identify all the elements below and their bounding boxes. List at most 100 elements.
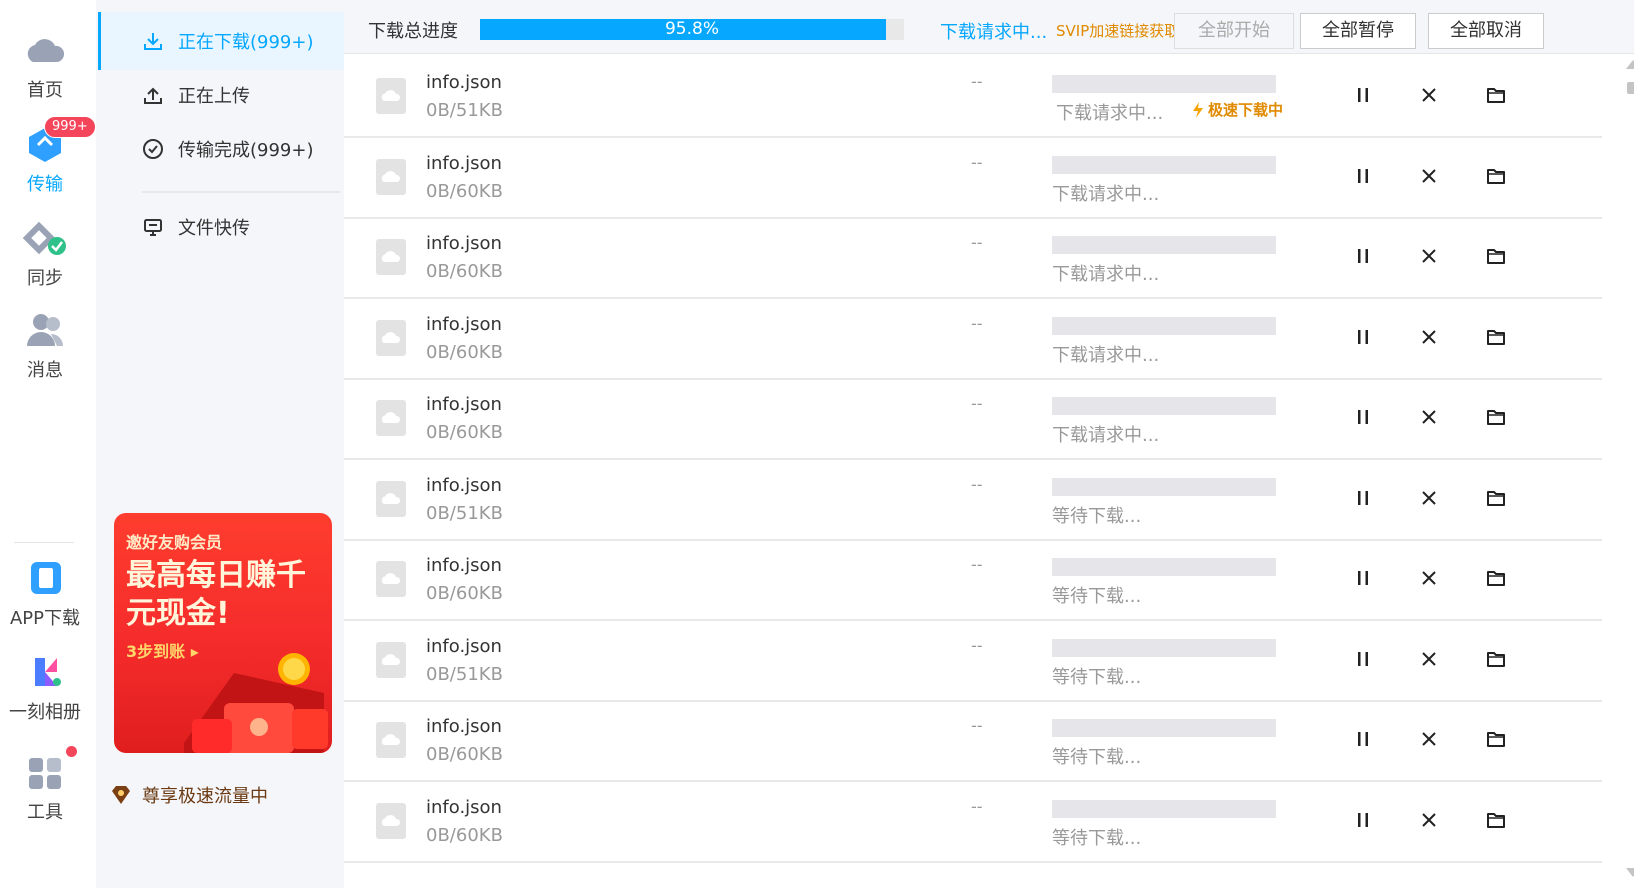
- download-row[interactable]: info.json 0B/60KB -- 下载请求中...: [344, 297, 1602, 380]
- open-folder-button[interactable]: [1482, 323, 1510, 351]
- close-icon: [1422, 732, 1436, 746]
- sidebar-item-uploading[interactable]: 正在上传: [98, 66, 344, 124]
- folder-icon: [1487, 249, 1505, 264]
- cancel-all-button[interactable]: 全部取消: [1428, 13, 1544, 49]
- open-folder-button[interactable]: [1482, 81, 1510, 109]
- cancel-button[interactable]: [1415, 162, 1443, 190]
- pause-button[interactable]: [1349, 645, 1377, 673]
- nav-album-label: 一刻相册: [9, 702, 81, 723]
- nav-message[interactable]: 消息: [0, 310, 90, 382]
- file-icon: [376, 158, 406, 195]
- pause-button[interactable]: [1349, 403, 1377, 431]
- pause-button[interactable]: [1349, 564, 1377, 592]
- nav-home[interactable]: 首页: [0, 30, 90, 102]
- download-row[interactable]: info.json 0B/60KB -- 下载请求中...: [344, 136, 1602, 219]
- cancel-button[interactable]: [1415, 725, 1443, 753]
- sidebar-item-label: 文件快传: [178, 218, 250, 239]
- pause-button[interactable]: [1349, 323, 1377, 351]
- nav-transfer-label: 传输: [27, 174, 63, 195]
- download-row[interactable]: info.json 0B/60KB -- 等待下载...: [344, 538, 1602, 621]
- file-icon: [376, 78, 406, 114]
- file-progress-bar: [1052, 236, 1276, 254]
- nav-album[interactable]: 一刻相册: [0, 652, 90, 724]
- scroll-thumb[interactable]: [1627, 82, 1634, 94]
- scroll-up-arrow[interactable]: [1626, 60, 1634, 69]
- pause-button[interactable]: [1349, 806, 1377, 834]
- download-speed: --: [971, 233, 983, 252]
- download-list-panel: 下载总进度 95.8% 下载请求中... SVIP加速链接获取中... 全部开始…: [344, 0, 1634, 888]
- pause-button[interactable]: [1349, 242, 1377, 270]
- download-row[interactable]: info.json 0B/60KB -- 等待下载...: [344, 699, 1602, 782]
- pause-button[interactable]: [1349, 484, 1377, 512]
- open-folder-button[interactable]: [1482, 242, 1510, 270]
- download-list: info.json 0B/51KB -- 下载请求中... 极速下载中 info…: [344, 55, 1604, 888]
- file-size: 0B/51KB: [426, 100, 503, 121]
- file-icon: [376, 239, 406, 275]
- file-name: info.json: [426, 152, 502, 174]
- start-all-button[interactable]: 全部开始: [1174, 13, 1294, 49]
- transfer-badge: 999+: [44, 116, 96, 138]
- open-folder-button[interactable]: [1482, 484, 1510, 512]
- cancel-button[interactable]: [1415, 242, 1443, 270]
- total-status-text: 下载请求中...: [940, 22, 1048, 43]
- cancel-button[interactable]: [1415, 564, 1443, 592]
- main-nav: 首页 999+ 传输 同步 消息 APP下载 一刻相册 工具: [0, 0, 96, 888]
- pause-icon: [1358, 571, 1368, 585]
- open-folder-button[interactable]: [1482, 564, 1510, 592]
- download-speed: --: [971, 635, 983, 655]
- fast-download-text: 极速下载中: [1208, 101, 1284, 119]
- pause-icon: [1358, 812, 1368, 827]
- download-row[interactable]: info.json 0B/51KB -- 等待下载...: [344, 458, 1602, 541]
- close-icon: [1422, 812, 1436, 827]
- pause-button[interactable]: [1349, 81, 1377, 109]
- open-folder-button[interactable]: [1482, 725, 1510, 753]
- scrollbar[interactable]: [1614, 55, 1634, 888]
- pause-button[interactable]: [1349, 725, 1377, 753]
- nav-transfer[interactable]: 999+ 传输: [0, 116, 96, 196]
- open-folder-button[interactable]: [1482, 806, 1510, 834]
- nav-tools[interactable]: 工具: [0, 746, 90, 824]
- nav-app-download[interactable]: APP下载: [0, 560, 90, 630]
- total-progress-bar: 下载总进度 95.8% 下载请求中... SVIP加速链接获取中... 全部开始…: [344, 0, 1634, 54]
- scroll-down-arrow[interactable]: [1626, 868, 1634, 877]
- sync-icon: [22, 221, 66, 255]
- total-progress-track: 95.8%: [480, 19, 904, 40]
- open-folder-button[interactable]: [1482, 162, 1510, 190]
- pause-button[interactable]: [1349, 162, 1377, 190]
- nav-sync[interactable]: 同步: [0, 218, 90, 290]
- open-folder-button[interactable]: [1482, 403, 1510, 431]
- vip-status[interactable]: 尊享极速流量中: [110, 782, 268, 808]
- file-size: 0B/51KB: [426, 663, 503, 685]
- sidebar-item-completed[interactable]: 传输完成(999+): [98, 120, 344, 178]
- download-row[interactable]: info.json 0B/60KB -- 下载请求中...: [344, 377, 1602, 460]
- download-row[interactable]: info.json 0B/60KB -- 等待下载...: [344, 780, 1602, 863]
- pause-all-button[interactable]: 全部暂停: [1300, 13, 1416, 49]
- file-size: 0B/60KB: [426, 261, 503, 282]
- phone-icon: [31, 562, 61, 594]
- album-logo-icon: [35, 658, 61, 686]
- file-name: info.json: [426, 796, 502, 818]
- download-status: 等待下载...: [1052, 505, 1142, 527]
- file-progress-bar: [1052, 75, 1276, 93]
- cancel-button[interactable]: [1415, 81, 1443, 109]
- download-row[interactable]: info.json 0B/60KB -- 下载请求中...: [344, 216, 1602, 299]
- sidebar-item-quick-transfer[interactable]: 文件快传: [98, 198, 344, 256]
- download-speed: --: [971, 72, 983, 91]
- download-row[interactable]: info.json 0B/51KB -- 等待下载...: [344, 619, 1602, 702]
- promo-line1: 邀好友购会员: [126, 533, 223, 552]
- cancel-button[interactable]: [1415, 645, 1443, 673]
- cancel-button[interactable]: [1415, 323, 1443, 351]
- sidebar-item-label: 正在下载(999+): [178, 32, 314, 53]
- download-speed: --: [971, 555, 983, 574]
- file-progress-bar: [1052, 397, 1276, 415]
- file-name: info.json: [426, 555, 502, 576]
- sidebar-item-downloading[interactable]: 正在下载(999+): [98, 12, 344, 70]
- promo-banner[interactable]: 邀好友购会员 最高每日赚千元现金! 3步到账 ▸: [114, 513, 332, 753]
- open-folder-button[interactable]: [1482, 645, 1510, 673]
- cancel-button[interactable]: [1415, 806, 1443, 834]
- download-row[interactable]: info.json 0B/51KB -- 下载请求中... 极速下载中: [344, 55, 1602, 138]
- file-size: 0B/60KB: [426, 583, 503, 604]
- cancel-button[interactable]: [1415, 484, 1443, 512]
- cancel-button[interactable]: [1415, 403, 1443, 431]
- folder-icon: [1487, 329, 1505, 345]
